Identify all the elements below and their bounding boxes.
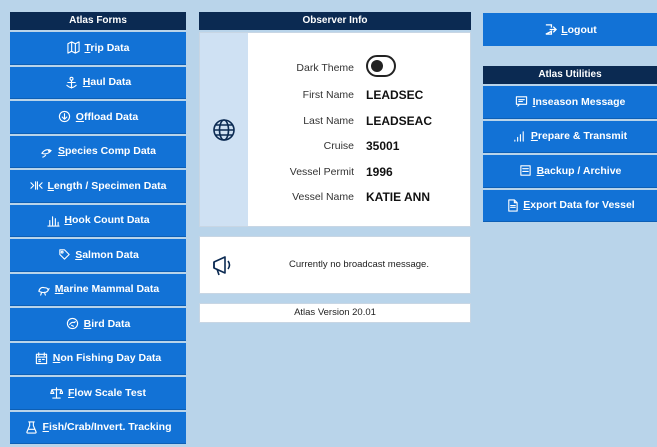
- haul-data-label: Haul Data: [82, 76, 132, 89]
- atlas-forms-header: Atlas Forms: [10, 12, 186, 30]
- dark-theme-toggle[interactable]: [366, 55, 396, 77]
- hook-count-data-label: Hook Count Data: [64, 214, 150, 227]
- calendar-icon: [35, 351, 49, 365]
- offload-icon: [58, 110, 72, 124]
- cruise-value: 35001: [366, 139, 400, 153]
- length-specimen-data-button[interactable]: Length / Specimen Data: [10, 170, 186, 203]
- observer-values: LEADSEC LEADSEAC 35001 1996 KATIE ANN: [366, 33, 470, 226]
- trip-data-label: Trip Data: [84, 41, 130, 54]
- prepare-transmit-label: Prepare & Transmit: [530, 130, 628, 143]
- bird-data-button[interactable]: Bird Data: [10, 308, 186, 341]
- signal-icon: [513, 129, 527, 143]
- bar-chart-icon: [46, 213, 60, 227]
- last-name-value: LEADSEAC: [366, 113, 433, 128]
- vessel-name-label: Vessel Name: [292, 191, 354, 203]
- offload-data-button[interactable]: Offload Data: [10, 101, 186, 134]
- message-icon: [515, 95, 529, 109]
- vessel-permit-label: Vessel Permit: [289, 165, 354, 178]
- broadcast-icon-strip: [200, 237, 248, 293]
- first-name-value: LEADSEC: [366, 88, 424, 102]
- atlas-forms-panel: Atlas Forms Trip Data Haul Data Offload Da…: [10, 12, 186, 447]
- scale-icon: [50, 386, 64, 400]
- marine-mammal-data-button[interactable]: Marine Mammal Data: [10, 273, 186, 306]
- logout-icon: [543, 23, 557, 37]
- observer-labels: Dark Theme First Name Last Name Cruise Vess…: [250, 33, 354, 226]
- fish-crab-invert-tracking-button[interactable]: Fish/Crab/Invert. Tracking: [10, 411, 186, 444]
- species-comp-data-button[interactable]: Species Comp Data: [10, 135, 186, 168]
- marine-mammal-data-label: Marine Mammal Data: [54, 283, 160, 296]
- hook-count-data-button[interactable]: Hook Count Data: [10, 204, 186, 237]
- anchor-icon: [65, 75, 79, 89]
- non-fishing-day-data-label: Non Fishing Day Data: [52, 352, 162, 365]
- vessel-name-value: KATIE ANN: [366, 190, 430, 204]
- export-data-for-vessel-label: Export Data for Vessel: [523, 199, 635, 212]
- bird-icon: [66, 317, 80, 331]
- cruise-label: Cruise: [323, 140, 354, 152]
- observer-info-header: Observer Info: [199, 12, 471, 30]
- non-fishing-day-data-button[interactable]: Non Fishing Day Data: [10, 342, 186, 375]
- bird-data-label: Bird Data: [83, 317, 131, 330]
- species-icon: [40, 144, 54, 158]
- dark-theme-label: Dark Theme: [296, 62, 354, 74]
- vessel-permit-value: 1996: [366, 164, 393, 179]
- fish-crab-invert-tracking-label: Fish/Crab/Invert. Tracking: [42, 421, 172, 434]
- map-icon: [67, 41, 81, 55]
- dark-theme-toggle-knob: [371, 60, 383, 72]
- export-icon: [505, 198, 519, 212]
- salmon-data-label: Salmon Data: [75, 248, 139, 261]
- flow-scale-test-button[interactable]: Flow Scale Test: [10, 377, 186, 410]
- mammal-icon: [37, 282, 51, 296]
- observer-info-card: Dark Theme First Name Last Name Cruise Vess…: [199, 32, 471, 227]
- broadcast-card: Currently no broadcast message.: [199, 236, 471, 294]
- inseason-message-button[interactable]: Inseason Message: [483, 86, 657, 119]
- logout-label: Logout: [561, 23, 597, 36]
- observer-info-panel: Observer Info Dark Theme First Name Last …: [199, 12, 471, 227]
- salmon-data-button[interactable]: Salmon Data: [10, 239, 186, 272]
- globe-icon: [212, 118, 236, 142]
- observer-icon-strip: [200, 33, 248, 226]
- version-label: Atlas Version 20.01: [294, 307, 376, 318]
- version-bar: Atlas Version 20.01: [199, 303, 471, 323]
- atlas-utilities-panel: Atlas Utilities Inseason Message Prepare …: [483, 66, 657, 226]
- flow-scale-test-label: Flow Scale Test: [67, 386, 146, 399]
- flask-icon: [25, 420, 39, 434]
- length-specimen-data-label: Length / Specimen Data: [47, 179, 167, 192]
- broadcast-message: Currently no broadcast message.: [289, 259, 429, 270]
- backup-archive-label: Backup / Archive: [536, 164, 622, 177]
- offload-data-label: Offload Data: [75, 110, 139, 123]
- export-data-for-vessel-button[interactable]: Export Data for Vessel: [483, 189, 657, 222]
- tag-icon: [57, 248, 71, 262]
- backup-icon: [519, 164, 533, 178]
- haul-data-button[interactable]: Haul Data: [10, 66, 186, 99]
- prepare-transmit-button[interactable]: Prepare & Transmit: [483, 120, 657, 153]
- backup-archive-button[interactable]: Backup / Archive: [483, 155, 657, 188]
- trip-data-button[interactable]: Trip Data: [10, 32, 186, 65]
- first-name-label: First Name: [302, 89, 354, 101]
- species-comp-data-label: Species Comp Data: [57, 145, 157, 158]
- inseason-message-label: Inseason Message: [532, 95, 626, 108]
- logout-button[interactable]: Logout: [483, 13, 657, 46]
- ruler-icon: [29, 179, 43, 193]
- last-name-label: Last Name: [303, 114, 354, 127]
- megaphone-icon: [211, 254, 237, 276]
- atlas-utilities-header: Atlas Utilities: [483, 66, 657, 84]
